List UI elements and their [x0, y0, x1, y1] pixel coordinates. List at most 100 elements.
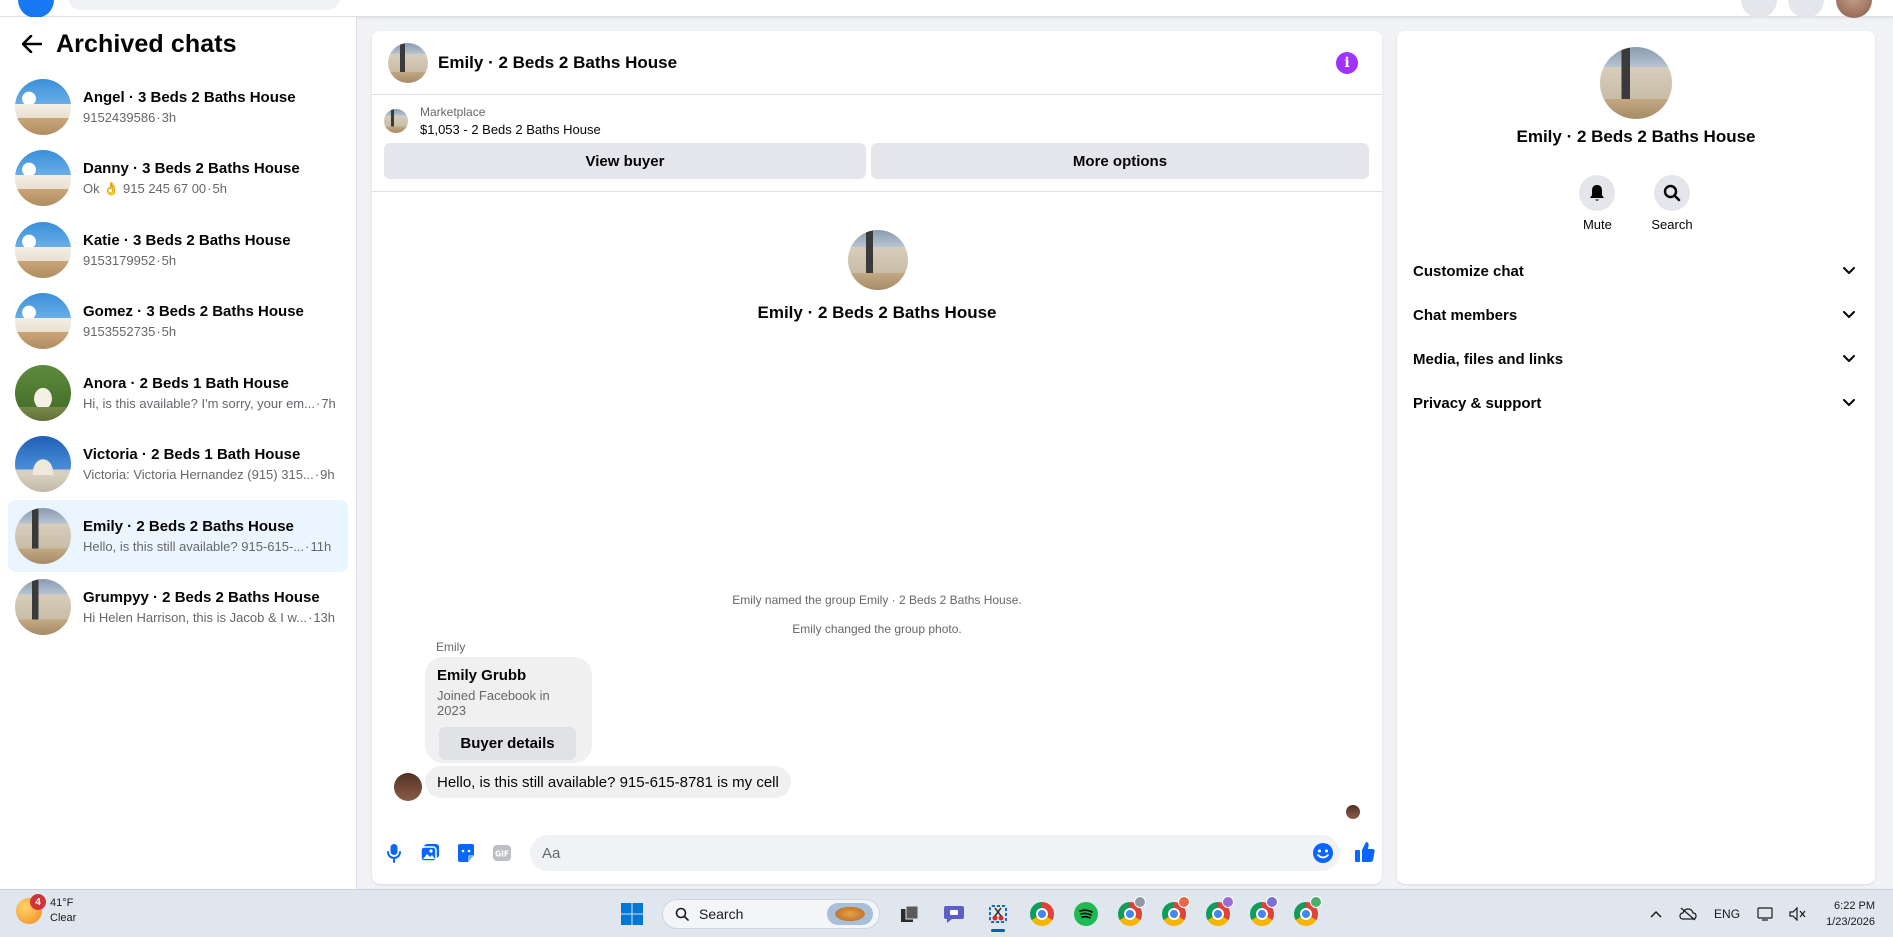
marketplace-listing-bar: Marketplace $1,053 - 2 Beds 2 Baths Hous…: [372, 95, 1382, 192]
chrome-profile-icon[interactable]: [1112, 896, 1148, 932]
group-name: Emily · 2 Beds 2 Baths House: [757, 303, 997, 322]
message-bubble[interactable]: Hello, is this still available? 915-615-…: [425, 766, 791, 798]
facebook-search-bar[interactable]: [68, 0, 340, 10]
media-files-links-section[interactable]: Media, files and links: [1405, 337, 1867, 381]
chat-list-item-danny[interactable]: Danny · 3 Beds 2 Baths House Ok 👌 915 24…: [8, 143, 348, 215]
message-composer: GIF: [372, 822, 1382, 884]
chat-time: 7h: [321, 395, 336, 411]
section-label: Customize chat: [1413, 262, 1524, 280]
speaker-muted-icon[interactable]: [1788, 904, 1808, 924]
chat-thumbnail: [15, 150, 71, 207]
cloud-offline-icon[interactable]: [1678, 904, 1698, 924]
chat-name: Katie · 3 Beds 2 Baths House: [83, 231, 291, 249]
language-indicator[interactable]: ENG: [1714, 907, 1740, 921]
view-buyer-button[interactable]: View buyer: [384, 143, 866, 179]
sender-avatar[interactable]: [394, 773, 422, 801]
chevron-down-icon: [1843, 394, 1855, 412]
message-input-box: [530, 835, 1340, 871]
message-thread[interactable]: Emily · 2 Beds 2 Baths House Emily named…: [372, 192, 1382, 819]
notifications-button[interactable]: [1741, 0, 1777, 18]
chrome-profile-icon[interactable]: [1156, 896, 1192, 932]
buyer-details-button[interactable]: Buyer details: [439, 727, 576, 760]
chat-name: Gomez · 3 Beds 2 Baths House: [83, 303, 304, 321]
listing-thumbnail[interactable]: [384, 109, 408, 133]
customize-chat-section[interactable]: Customize chat: [1405, 249, 1867, 293]
search-highlight-image: [827, 903, 873, 925]
search-icon: [1653, 175, 1690, 211]
spotify-icon[interactable]: [1068, 896, 1104, 932]
chat-thumbnail: [15, 78, 71, 135]
chat-details-panel: Emily · 2 Beds 2 Baths House Mute Search…: [1397, 31, 1875, 884]
weather-badge: 4: [30, 894, 46, 910]
chat-thumbnail: [15, 221, 71, 278]
account-avatar[interactable]: [1836, 0, 1872, 18]
network-icon[interactable]: [1756, 904, 1776, 924]
mute-button[interactable]: Mute: [1579, 175, 1616, 232]
chrome-profile-icon[interactable]: [1244, 896, 1280, 932]
chevron-up-icon[interactable]: [1646, 904, 1666, 924]
bell-icon: [1579, 175, 1616, 211]
windows-start-icon[interactable]: [614, 896, 650, 932]
teams-chat-icon[interactable]: [936, 896, 972, 932]
chat-list-item-gomez[interactable]: Gomez · 3 Beds 2 Baths House 9153552735 ·…: [8, 286, 348, 358]
chat-preview: 9152439586: [83, 109, 156, 125]
info-icon[interactable]: i: [1336, 52, 1358, 74]
gif-icon[interactable]: GIF: [492, 843, 512, 863]
chevron-down-icon: [1843, 350, 1855, 368]
emoji-icon[interactable]: [1312, 842, 1334, 864]
privacy-support-section[interactable]: Privacy & support: [1405, 381, 1867, 425]
chat-time: 13h: [313, 610, 336, 626]
more-options-button[interactable]: More options: [871, 143, 1369, 179]
search-icon: [675, 907, 689, 921]
chat-list-item-emily[interactable]: Emily · 2 Beds 2 Baths House Hello, is t…: [8, 500, 348, 572]
chat-name: Danny · 3 Beds 2 Baths House: [83, 159, 300, 177]
chat-list-item-grumpyy[interactable]: Grumpyy · 2 Beds 2 Baths House Hi Helen …: [8, 572, 348, 644]
system-clock[interactable]: 6:22 PM 1/23/2026: [1826, 898, 1875, 930]
taskbar-search[interactable]: Search: [662, 899, 880, 929]
taskbar-apps: Search: [614, 896, 1324, 932]
facebook-logo[interactable]: [18, 0, 54, 18]
chrome-profile-icon[interactable]: [1288, 896, 1324, 932]
chat-list-item-anora[interactable]: Anora · 2 Beds 1 Bath House Hi, is this …: [8, 357, 348, 429]
chevron-down-icon: [1843, 262, 1855, 280]
search-label: Search: [1651, 217, 1693, 232]
photo-icon[interactable]: [420, 843, 440, 863]
search-in-chat-button[interactable]: Search: [1651, 175, 1693, 232]
system-message: Emily changed the group photo.: [792, 622, 962, 636]
group-photo-large[interactable]: [1600, 47, 1672, 119]
snipping-tool-icon[interactable]: [980, 896, 1016, 932]
message-input[interactable]: [542, 844, 1302, 862]
weather-widget[interactable]: 4 41°F Clear: [16, 894, 77, 926]
chat-list-item-angel[interactable]: Angel · 3 Beds 2 Baths House 9152439586 ·…: [8, 71, 348, 143]
chat-list-item-victoria[interactable]: Victoria · 2 Beds 1 Bath House Victoria:…: [8, 429, 348, 501]
chat-list-item-katie[interactable]: Katie · 3 Beds 2 Baths House 9153179952 ·…: [8, 214, 348, 286]
section-label: Media, files and links: [1413, 350, 1564, 368]
chrome-icon[interactable]: [1024, 896, 1060, 932]
taskbar-search-label: Search: [699, 906, 744, 922]
sticker-icon[interactable]: [456, 843, 476, 863]
windows-taskbar: 4 41°F Clear Search ENG 6:22 PM 1/23/202…: [0, 889, 1893, 937]
top-navbar: [0, 0, 1893, 18]
moon-weather-icon: 4: [16, 894, 46, 924]
listing-price-title[interactable]: $1,053 - 2 Beds 2 Baths House: [420, 122, 601, 137]
clock-time: 6:22 PM: [1834, 900, 1875, 912]
chat-name: Victoria · 2 Beds 1 Bath House: [83, 446, 301, 464]
task-view-icon[interactable]: [892, 896, 928, 932]
messenger-button[interactable]: [1788, 0, 1824, 18]
buyer-profile-card: Emily Grubb Joined Facebook in 2023 Buye…: [425, 657, 592, 763]
weather-description: Clear: [50, 912, 77, 924]
conversation-title[interactable]: Emily · 2 Beds 2 Baths House: [438, 53, 677, 73]
microphone-icon[interactable]: [384, 843, 404, 863]
chrome-profile-icon[interactable]: [1200, 896, 1236, 932]
chat-members-section[interactable]: Chat members: [1405, 293, 1867, 337]
chat-thumbnail: [15, 293, 71, 350]
conversation-avatar[interactable]: [388, 42, 428, 83]
details-sections: Customize chat Chat members Media, files…: [1405, 249, 1867, 425]
system-message: Emily named the group Emily · 2 Beds 2 B…: [732, 593, 1022, 607]
sidebar-header: Archived chats: [0, 17, 356, 71]
chat-list: Angel · 3 Beds 2 Baths House 9152439586 ·…: [0, 71, 356, 643]
thumbs-up-icon[interactable]: [1354, 841, 1378, 865]
back-arrow-icon[interactable]: [20, 32, 44, 56]
chat-preview: Hello, is this still available? 915-615-…: [83, 538, 305, 554]
chat-time: 5h: [161, 252, 177, 268]
